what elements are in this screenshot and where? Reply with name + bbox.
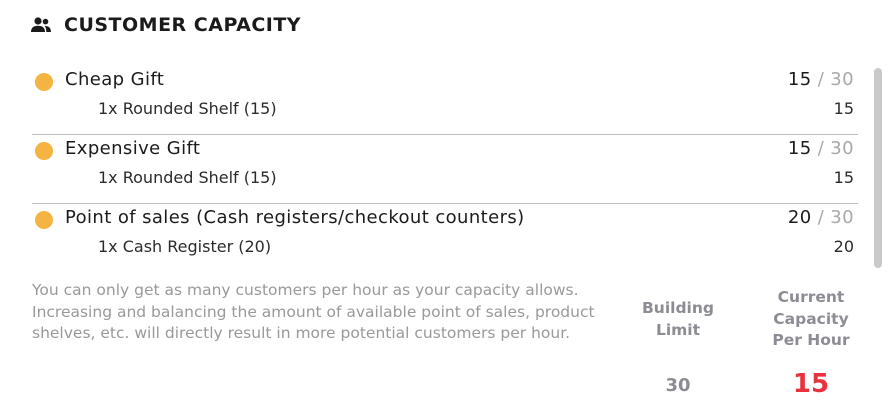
capacity-item: Expensive Gift 15 / 30 1x Rounded Shelf …	[32, 135, 858, 204]
item-name: Expensive Gift	[65, 138, 201, 159]
capacity-item: Point of sales (Cash registers/checkout …	[32, 204, 858, 262]
item-source-value: 20	[833, 237, 854, 256]
capacity-note: You can only get as many customers per h…	[32, 281, 595, 342]
item-capacity: 15 / 30	[788, 138, 854, 159]
current-capacity-label: Current Capacity Per Hour	[772, 288, 850, 349]
item-capacity: 20 / 30	[788, 207, 854, 228]
status-dot	[35, 73, 53, 91]
section-title: CUSTOMER CAPACITY	[64, 14, 302, 36]
item-source-name: 1x Cash Register (20)	[98, 237, 272, 256]
section-header: CUSTOMER CAPACITY	[30, 14, 301, 36]
users-icon	[30, 14, 52, 36]
current-capacity-value: 15	[792, 369, 830, 399]
item-max: 30	[830, 69, 854, 90]
item-current: 20	[787, 207, 812, 228]
item-source-name: 1x Rounded Shelf (15)	[98, 168, 277, 187]
item-source-value: 15	[833, 168, 854, 187]
item-max: 30	[830, 207, 854, 228]
item-separator: /	[817, 69, 825, 90]
item-source-name: 1x Rounded Shelf (15)	[98, 99, 277, 118]
item-capacity: 15 / 30	[788, 69, 854, 90]
item-source-value: 15	[833, 99, 854, 118]
item-name: Cheap Gift	[65, 69, 165, 90]
item-name: Point of sales (Cash registers/checkout …	[65, 207, 525, 228]
capacity-list: Cheap Gift 15 / 30 1x Rounded Shelf (15)…	[32, 66, 858, 262]
building-limit-value: 30	[665, 375, 691, 396]
item-max: 30	[830, 138, 854, 159]
item-separator: /	[817, 207, 825, 228]
item-current: 15	[787, 69, 812, 90]
capacity-item: Cheap Gift 15 / 30 1x Rounded Shelf (15)…	[32, 66, 858, 135]
status-dot	[35, 142, 53, 160]
building-limit-label: Building Limit	[641, 299, 714, 339]
list-scrollbar[interactable]	[874, 68, 882, 268]
item-current: 15	[787, 138, 812, 159]
status-dot	[35, 211, 53, 229]
item-separator: /	[817, 138, 825, 159]
